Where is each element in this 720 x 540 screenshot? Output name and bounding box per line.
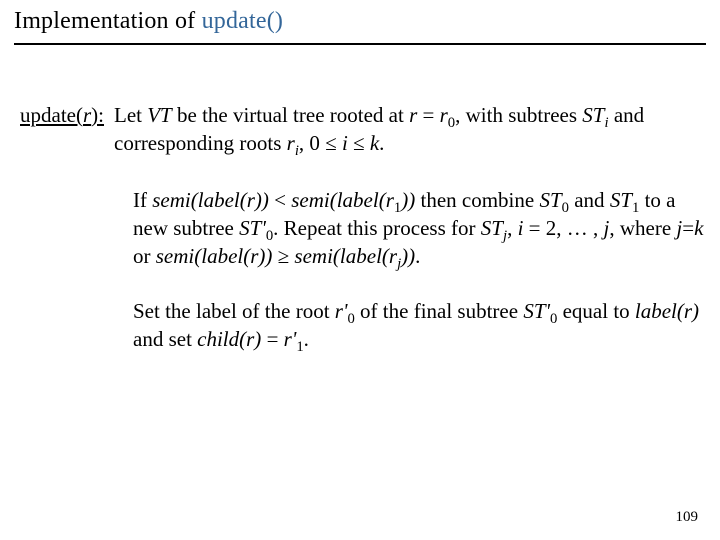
def-lhs-plain: update(	[20, 103, 83, 127]
paragraph-2: Set the label of the root r'0 of the fin…	[133, 297, 706, 354]
page-number: 109	[676, 509, 699, 526]
definition-block: update(r): Let VT be the virtual tree ro…	[20, 101, 706, 158]
def-lhs-after: ):	[91, 103, 104, 127]
def-lhs-ital: r	[83, 103, 91, 127]
definition-lhs: update(r):	[20, 101, 114, 129]
definition-rhs: Let VT be the virtual tree rooted at r =…	[114, 101, 706, 158]
title-text-accent: update()	[202, 8, 284, 34]
slide: Implementation of update() update(r): Le…	[0, 0, 720, 540]
paragraph-1: If semi(label(r)) < semi(label(r1)) then…	[133, 186, 706, 271]
title-text-plain: Implementation of	[14, 8, 202, 34]
slide-body: update(r): Let VT be the virtual tree ro…	[14, 101, 706, 353]
slide-title: Implementation of update()	[14, 8, 706, 45]
